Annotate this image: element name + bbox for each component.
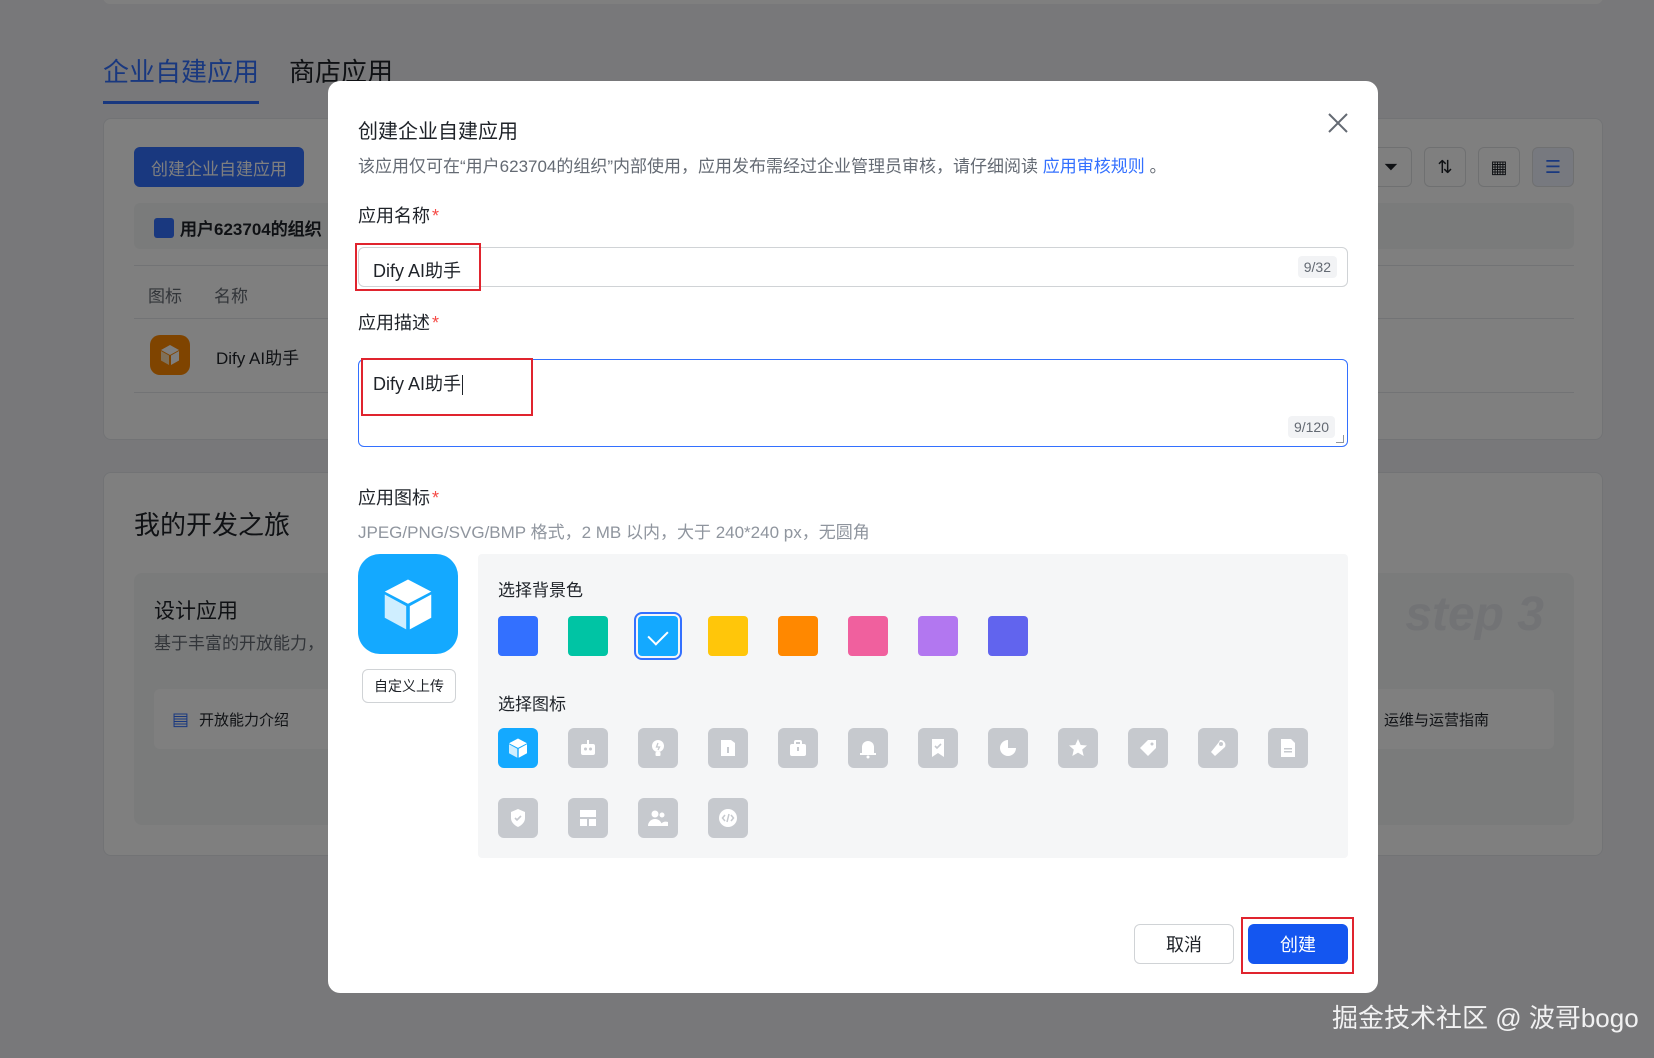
book-icon[interactable]	[708, 728, 748, 768]
robot-icon[interactable]	[568, 728, 608, 768]
app-description-value: Dify AI助手	[373, 374, 462, 394]
color-swatch[interactable]	[988, 616, 1028, 656]
layout-icon[interactable]	[568, 798, 608, 838]
icon-label: 应用图标 *	[358, 488, 440, 508]
dialog-title: 创建企业自建应用	[358, 121, 518, 143]
name-label: 应用名称 *	[358, 206, 440, 226]
icon-grid	[498, 728, 1328, 838]
cancel-button[interactable]: 取消	[1134, 924, 1234, 964]
code-icon[interactable]	[708, 798, 748, 838]
name-char-counter: 9/32	[1297, 256, 1337, 278]
watermark: 掘金技术社区 @ 波哥bogo	[1332, 1003, 1639, 1033]
app-name-input[interactable]: Dify AI助手 9/32	[358, 247, 1348, 287]
users-icon[interactable]	[638, 798, 678, 838]
color-swatch[interactable]	[634, 612, 682, 660]
color-swatches	[498, 612, 1028, 660]
bulb-icon[interactable]	[638, 728, 678, 768]
wrench-icon[interactable]	[1198, 728, 1238, 768]
color-swatch[interactable]	[498, 616, 538, 656]
icon-format-hint: JPEG/PNG/SVG/BMP 格式，2 MB 以内，大于 240*240 p…	[358, 523, 870, 542]
document-icon[interactable]	[1268, 728, 1308, 768]
briefcase-icon[interactable]	[778, 728, 818, 768]
bookmark-check-icon[interactable]	[918, 728, 958, 768]
app-description-textarea[interactable]: Dify AI助手 9/120	[358, 359, 1348, 447]
description-char-counter: 9/120	[1287, 416, 1335, 438]
review-rules-link[interactable]: 应用审核规则	[1043, 157, 1145, 176]
text-caret	[462, 375, 464, 396]
create-button[interactable]: 创建	[1248, 924, 1348, 964]
icon-picker-panel: 选择背景色 选择图标	[478, 554, 1348, 858]
app-name-value: Dify AI助手	[373, 261, 462, 281]
close-icon[interactable]	[1324, 109, 1352, 137]
color-swatch[interactable]	[918, 616, 958, 656]
color-swatch[interactable]	[778, 616, 818, 656]
bg-color-label: 选择背景色	[498, 581, 583, 600]
color-swatch[interactable]	[568, 616, 608, 656]
dialog-description: 该应用仅可在“用户623704的组织”内部使用，应用发布需经过企业管理员审核，请…	[358, 157, 1167, 176]
resize-handle[interactable]	[1336, 435, 1344, 443]
create-app-dialog: 创建企业自建应用 该应用仅可在“用户623704的组织”内部使用，应用发布需经过…	[328, 81, 1378, 993]
icon-preview-cube-icon	[358, 554, 458, 654]
icon-select-label: 选择图标	[498, 695, 566, 714]
pie-chart-icon[interactable]	[988, 728, 1028, 768]
cube-icon[interactable]	[498, 728, 538, 768]
shield-check-icon[interactable]	[498, 798, 538, 838]
bell-icon[interactable]	[848, 728, 888, 768]
description-label: 应用描述 *	[358, 313, 440, 333]
color-swatch[interactable]	[848, 616, 888, 656]
custom-upload-button[interactable]: 自定义上传	[362, 669, 456, 703]
tag-icon[interactable]	[1128, 728, 1168, 768]
star-icon[interactable]	[1058, 728, 1098, 768]
color-swatch[interactable]	[708, 616, 748, 656]
